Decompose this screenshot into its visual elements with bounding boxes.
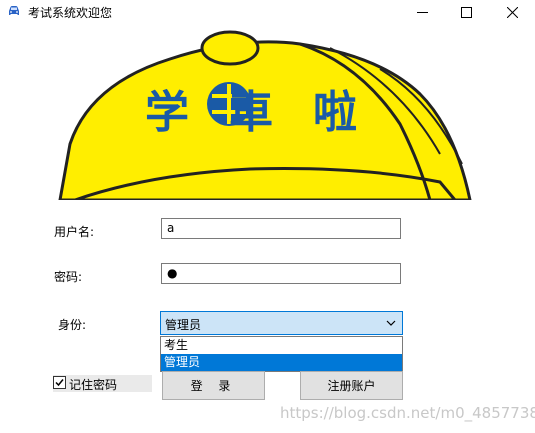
remember-password-label: 记住密码 <box>69 378 118 392</box>
role-label: 身份: <box>58 318 87 332</box>
check-icon <box>55 379 64 387</box>
role-dropdown-list: 考生 管理员 <box>160 336 403 372</box>
title-bar: 考试系统欢迎您 <box>0 0 535 24</box>
username-label: 用户名: <box>54 225 95 239</box>
chevron-down-icon[interactable] <box>386 319 396 327</box>
username-value: a <box>167 221 175 235</box>
maximize-icon <box>460 6 472 18</box>
password-value: ● <box>167 266 178 280</box>
register-button[interactable]: 注册账户 <box>300 371 403 400</box>
minimize-button[interactable] <box>399 0 445 24</box>
car-icon <box>9 6 19 15</box>
password-input[interactable]: ● <box>161 263 401 284</box>
role-option-examinee[interactable]: 考生 <box>161 337 402 354</box>
username-input[interactable]: a <box>161 218 401 239</box>
logo-text: 学車啦 <box>145 87 397 138</box>
close-icon <box>506 6 518 18</box>
login-button[interactable]: 登 录 <box>162 371 265 400</box>
remember-password-checkbox[interactable]: 记住密码 <box>53 375 152 392</box>
maximize-button[interactable] <box>443 0 489 24</box>
close-button[interactable] <box>489 0 535 24</box>
minimize-icon <box>416 11 428 13</box>
watermark: https://blog.csdn.net/m0_48577385 <box>280 404 535 422</box>
role-option-admin[interactable]: 管理员 <box>161 354 402 371</box>
password-label: 密码: <box>54 270 83 284</box>
role-selected-value: 管理员 <box>165 318 202 332</box>
window-title: 考试系统欢迎您 <box>28 6 113 20</box>
role-select[interactable]: 管理员 <box>160 311 403 335</box>
checkbox-box[interactable] <box>53 376 66 389</box>
banner-image: 学車啦 <box>0 24 535 200</box>
